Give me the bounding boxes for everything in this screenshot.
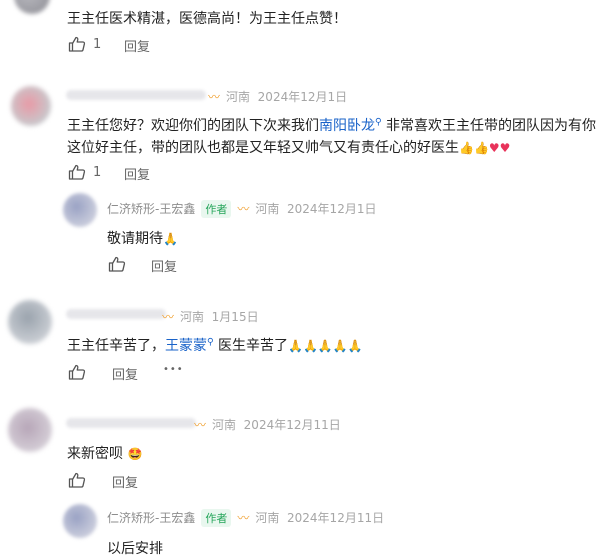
comment-text: 王主任医术精湛，医德高尚！为王主任点赞！ [67, 11, 347, 27]
mention-link[interactable]: 王蒙蒙 [165, 338, 207, 354]
comment-text: 王主任您好？欢迎你们的团队下次来我们南阳卧龙⚲ 非常喜欢王主任带的团队因为有你 [67, 117, 597, 134]
reply-text: 以后安排 [107, 541, 163, 557]
reply-button[interactable]: 回复 [151, 256, 177, 275]
author-name[interactable]: 仁济矫形-王宏鑫 [107, 511, 195, 525]
pray-emoji: 🙏🙏🙏🙏🙏 [288, 339, 363, 353]
thumbs-up-icon [108, 256, 126, 272]
heart-emoji: ♥♥ [488, 141, 511, 155]
reply-meta: 仁济矫形-王宏鑫 作者〰河南 2024年12月11日 [107, 509, 384, 527]
like-count: 1 [93, 164, 102, 180]
reply-meta: 仁济矫形-王宏鑫 作者〰河南 2024年12月1日 [107, 200, 376, 218]
author-avatar[interactable] [63, 504, 97, 538]
thumbs-up-emoji: 👍👍 [459, 141, 489, 155]
search-icon: ⚲ [207, 337, 214, 348]
comment-meta: 〰河南 2024年12月11日 [188, 416, 341, 433]
thumbs-up-icon [68, 36, 86, 52]
pray-emoji: 🙏 [163, 232, 178, 246]
author-avatar[interactable] [63, 193, 97, 227]
thumbs-up-icon [68, 364, 86, 380]
author-name[interactable]: 仁济矫形-王宏鑫 [107, 202, 195, 216]
location: 河南 [180, 310, 205, 324]
wechat-channels-icon: 〰 [237, 202, 250, 216]
location: 河南 [226, 90, 251, 104]
location: 河南 [255, 202, 280, 216]
username[interactable] [66, 90, 206, 100]
username[interactable] [66, 309, 166, 319]
timestamp: 2024年12月1日 [287, 202, 377, 216]
like-button[interactable] [68, 364, 86, 380]
more-options-icon[interactable]: ••• [163, 364, 184, 375]
location: 河南 [212, 418, 237, 432]
timestamp: 1月15日 [211, 310, 259, 324]
like-button[interactable] [68, 472, 86, 488]
wechat-channels-icon: 〰 [237, 511, 250, 525]
location: 河南 [255, 511, 280, 525]
like-button[interactable]: 1 [68, 164, 101, 180]
timestamp: 2024年12月11日 [287, 511, 385, 525]
author-badge: 作者 [201, 509, 232, 527]
comment-text: 来新密呗 🤩 [67, 446, 143, 462]
comment-meta: 〰河南 1月15日 [156, 308, 259, 325]
wechat-channels-icon: 〰 [208, 90, 221, 104]
author-badge: 作者 [201, 200, 232, 218]
like-count: 1 [93, 36, 102, 52]
comment-meta: 〰河南 2024年12月1日 [202, 88, 347, 105]
reply-button[interactable]: 回复 [124, 36, 150, 55]
reply-button[interactable]: 回复 [124, 164, 150, 183]
topic-link[interactable]: 南阳卧龙 [319, 118, 375, 134]
like-button[interactable]: 1 [68, 36, 101, 52]
wechat-channels-icon: 〰 [194, 418, 207, 432]
reply-button[interactable]: 回复 [112, 364, 138, 383]
comment-text: 王主任辛苦了，王蒙蒙⚲ 医生辛苦了🙏🙏🙏🙏🙏 [67, 337, 363, 354]
reply-button[interactable]: 回复 [112, 472, 138, 491]
avatar[interactable] [14, 0, 50, 14]
reply-text: 敬请期待🙏 [107, 231, 178, 247]
username[interactable] [66, 418, 196, 428]
search-icon: ⚲ [375, 117, 382, 128]
thumbs-up-icon [68, 164, 86, 180]
thumbs-up-icon [68, 472, 86, 488]
wechat-channels-icon: 〰 [162, 310, 175, 324]
like-button[interactable] [108, 256, 126, 272]
avatar[interactable] [11, 86, 51, 126]
avatar[interactable] [8, 300, 52, 344]
avatar[interactable] [8, 408, 52, 452]
comment-text-line2: 这位好主任，带的团队也都是又年轻又帅气又有责任心的好医生👍👍♥♥ [67, 140, 511, 156]
timestamp: 2024年12月1日 [257, 90, 348, 104]
timestamp: 2024年12月11日 [243, 418, 341, 432]
star-struck-emoji: 🤩 [127, 447, 143, 461]
